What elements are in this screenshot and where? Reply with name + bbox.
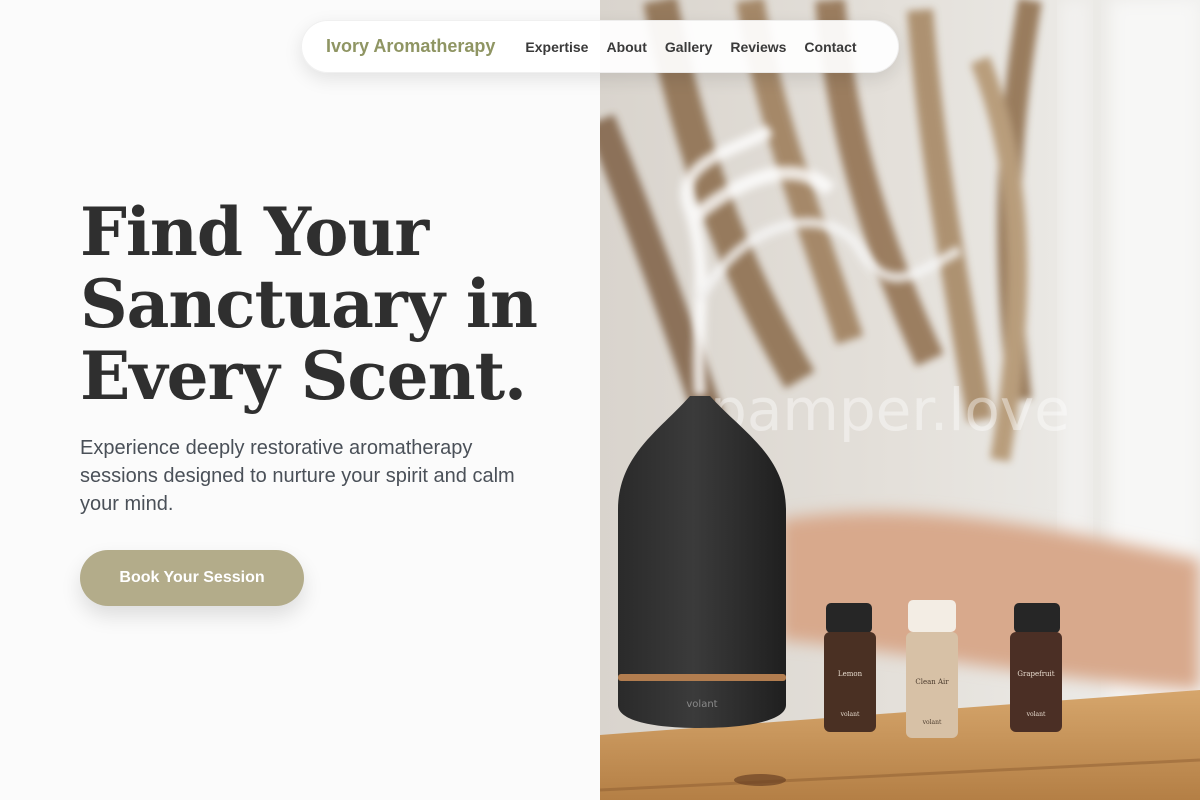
headline-line-2: Sanctuary in bbox=[80, 265, 538, 343]
hero-description: Experience deeply restorative aromathera… bbox=[80, 437, 515, 515]
headline-line-1: Find Your bbox=[80, 193, 429, 271]
nav-link-about[interactable]: About bbox=[600, 39, 652, 55]
nav-link-contact[interactable]: Contact bbox=[798, 39, 862, 55]
bottle-maker-lemon: volant bbox=[840, 711, 860, 718]
diffuser-label: volant bbox=[686, 699, 717, 710]
oil-bottle-grapefruit: Grapefruit volant bbox=[1010, 603, 1062, 732]
nav-link-reviews[interactable]: Reviews bbox=[724, 39, 792, 55]
hero-headline: Find Your Sanctuary in Every Scent. bbox=[80, 196, 580, 412]
bottle-maker-clean-air: volant bbox=[922, 719, 942, 726]
nav-link-expertise[interactable]: Expertise bbox=[519, 39, 594, 55]
book-session-button[interactable]: Book Your Session bbox=[80, 550, 304, 606]
top-navigation: Ivory Aromatherapy Expertise About Galle… bbox=[301, 20, 899, 73]
nav-link-gallery[interactable]: Gallery bbox=[659, 39, 718, 55]
headline-line-3: Every Scent. bbox=[80, 337, 527, 415]
hero-photo: pamper.love volant Lemon volant Clean Ai… bbox=[600, 0, 1200, 800]
bottle-label-lemon: Lemon bbox=[838, 670, 863, 678]
bottle-label-clean-air: Clean Air bbox=[915, 678, 949, 686]
bottle-maker-grapefruit: volant bbox=[1026, 711, 1046, 718]
bottle-label-grapefruit: Grapefruit bbox=[1017, 670, 1054, 678]
brand-logo-text[interactable]: Ivory Aromatherapy bbox=[326, 36, 495, 57]
oil-bottle-lemon: Lemon volant bbox=[824, 603, 876, 732]
oil-bottle-clean-air: Clean Air volant bbox=[906, 600, 958, 738]
watermark: pamper.love bbox=[710, 376, 1070, 444]
